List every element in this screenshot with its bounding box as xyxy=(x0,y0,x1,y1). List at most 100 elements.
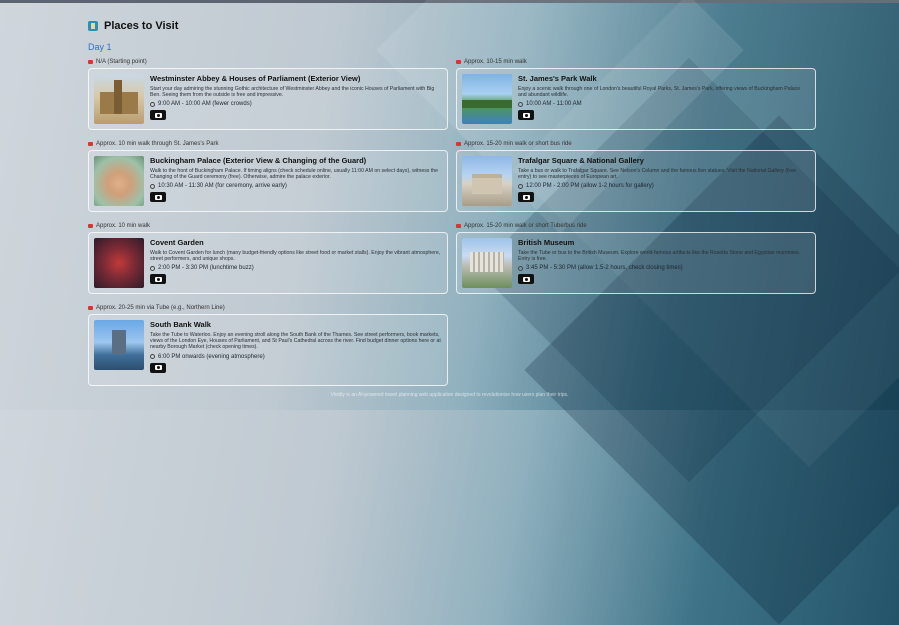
place-description: Walk to Covent Garden for lunch (many bu… xyxy=(150,250,441,263)
transit-info: Approx. 10 min walk xyxy=(88,220,448,232)
car-icon xyxy=(88,60,93,64)
place-card[interactable]: Westminster Abbey & Houses of Parliament… xyxy=(88,68,448,130)
section-title: Places to Visit xyxy=(88,20,178,32)
place-details: British Museum Take the Tube or bus to t… xyxy=(518,238,810,288)
place-title: St. James's Park Walk xyxy=(518,74,597,83)
camera-icon xyxy=(154,194,162,200)
car-icon xyxy=(88,224,93,228)
place-time-text: 10:30 AM - 11:30 AM (for ceremony, arriv… xyxy=(158,183,287,190)
itinerary-entry: Approx. 10 min walk Covent Garden Walk t… xyxy=(88,220,448,302)
photo-button[interactable] xyxy=(518,192,534,203)
place-description: Start your day admiring the stunning Got… xyxy=(150,86,435,99)
photo-button[interactable] xyxy=(150,362,166,373)
place-thumbnail xyxy=(462,74,512,124)
place-details: Westminster Abbey & Houses of Parliament… xyxy=(150,74,442,124)
place-thumbnail xyxy=(462,238,512,288)
place-thumbnail xyxy=(94,156,144,206)
clock-icon xyxy=(150,183,155,189)
photo-button[interactable] xyxy=(150,192,166,203)
car-icon xyxy=(456,60,461,64)
place-time: 2:00 PM - 3:30 PM (lunchtime buzz) xyxy=(150,265,442,271)
place-description: Take the Tube or bus to the British Muse… xyxy=(518,250,800,263)
right-column: Approx. 10-15 min walk St. James's Park … xyxy=(456,56,816,302)
photo-button[interactable] xyxy=(150,110,166,121)
place-thumbnail xyxy=(94,238,144,288)
clock-icon xyxy=(150,101,155,107)
map-icon xyxy=(88,21,98,31)
itinerary-entry: Approx. 15-20 min walk or short Tube/bus… xyxy=(456,220,816,302)
place-card[interactable]: Buckingham Palace (Exterior View & Chang… xyxy=(88,150,448,212)
transit-text: N/A (Starting point) xyxy=(96,59,147,65)
transit-info: Approx. 15-20 min walk or short Tube/bus… xyxy=(456,220,816,232)
transit-info: Approx. 10-15 min walk xyxy=(456,56,816,68)
photo-button[interactable] xyxy=(518,110,534,121)
itinerary-entry: Approx. 10 min walk through St. James's … xyxy=(88,138,448,220)
left-column: N/A (Starting point) Westminster Abbey &… xyxy=(88,56,448,386)
place-title: South Bank Walk xyxy=(150,320,211,329)
car-icon xyxy=(456,142,461,146)
transit-info: N/A (Starting point) xyxy=(88,56,448,68)
place-details: St. James's Park Walk Enjoy a scenic wal… xyxy=(518,74,810,124)
clock-icon xyxy=(518,101,523,107)
car-icon xyxy=(456,224,461,228)
place-details: Buckingham Palace (Exterior View & Chang… xyxy=(150,156,442,206)
place-description: Walk to the front of Buckingham Palace. … xyxy=(150,168,439,181)
car-icon xyxy=(88,142,93,146)
camera-icon xyxy=(154,365,162,371)
camera-icon xyxy=(154,112,162,118)
section-title-text: Places to Visit xyxy=(104,20,179,32)
place-details: South Bank Walk Take the Tube to Waterlo… xyxy=(150,320,442,380)
camera-icon xyxy=(522,112,530,118)
transit-text: Approx. 15-20 min walk or short Tube/bus… xyxy=(464,223,587,229)
clock-icon xyxy=(518,183,523,189)
transit-text: Approx. 10 min walk through St. James's … xyxy=(96,141,219,147)
place-details: Covent Garden Walk to Covent Garden for … xyxy=(150,238,442,288)
camera-icon xyxy=(522,276,530,282)
itinerary-entry: Approx. 15-20 min walk or short bus ride… xyxy=(456,138,816,220)
place-time: 10:30 AM - 11:30 AM (for ceremony, arriv… xyxy=(150,183,442,189)
transit-text: Approx. 20-25 min via Tube (e.g., Northe… xyxy=(96,305,225,311)
transit-text: Approx. 10 min walk xyxy=(96,223,151,229)
place-description: Enjoy a scenic walk through one of Londo… xyxy=(518,86,801,99)
place-thumbnail xyxy=(94,320,144,370)
transit-text: Approx. 15-20 min walk or short bus ride xyxy=(464,141,572,147)
transit-info: Approx. 15-20 min walk or short bus ride xyxy=(456,138,816,150)
place-description: Take the Tube to Waterloo. Enjoy an even… xyxy=(150,332,441,351)
place-title: Buckingham Palace (Exterior View & Chang… xyxy=(150,156,367,165)
place-title: Westminster Abbey & Houses of Parliament… xyxy=(150,74,361,83)
place-time-text: 12:00 PM - 2:00 PM (allow 1-2 hours for … xyxy=(526,183,654,190)
place-time: 6:00 PM onwards (evening atmosphere) xyxy=(150,354,442,360)
place-title: British Museum xyxy=(518,238,575,247)
place-time-text: 2:00 PM - 3:30 PM (lunchtime buzz) xyxy=(158,265,254,272)
place-card[interactable]: British Museum Take the Tube or bus to t… xyxy=(456,232,816,294)
place-title: Trafalgar Square & National Gallery xyxy=(518,156,644,165)
place-thumbnail xyxy=(462,156,512,206)
place-time: 3:45 PM - 5:30 PM (allow 1.5-2 hours, ch… xyxy=(518,265,810,271)
transit-info: Approx. 10 min walk through St. James's … xyxy=(88,138,448,150)
clock-icon xyxy=(150,354,155,360)
place-time-text: 9:00 AM - 10:00 AM (fewer crowds) xyxy=(158,101,252,108)
place-title: Covent Garden xyxy=(150,238,204,247)
footer-text: Vividly is an AI-powered travel planning… xyxy=(330,392,569,398)
transit-text: Approx. 10-15 min walk xyxy=(464,59,527,65)
place-details: Trafalgar Square & National Gallery Take… xyxy=(518,156,810,206)
place-card[interactable]: Trafalgar Square & National Gallery Take… xyxy=(456,150,816,212)
place-description: Take a bus or walk to Trafalgar Square. … xyxy=(518,168,796,181)
place-time: 10:00 AM - 11:00 AM xyxy=(518,101,810,107)
itinerary-entry: Approx. 20-25 min via Tube (e.g., Northe… xyxy=(88,302,448,386)
place-card[interactable]: Covent Garden Walk to Covent Garden for … xyxy=(88,232,448,294)
car-icon xyxy=(88,306,93,310)
transit-info: Approx. 20-25 min via Tube (e.g., Northe… xyxy=(88,302,448,314)
photo-button[interactable] xyxy=(150,274,166,285)
window-top-bar xyxy=(0,0,899,3)
itinerary-entry: Approx. 10-15 min walk St. James's Park … xyxy=(456,56,816,138)
place-card[interactable]: South Bank Walk Take the Tube to Waterlo… xyxy=(88,314,448,386)
day-label: Day 1 xyxy=(88,42,112,52)
place-time: 12:00 PM - 2:00 PM (allow 1-2 hours for … xyxy=(518,183,810,189)
place-time: 9:00 AM - 10:00 AM (fewer crowds) xyxy=(150,101,442,107)
photo-button[interactable] xyxy=(518,274,534,285)
place-time-text: 6:00 PM onwards (evening atmosphere) xyxy=(158,353,265,360)
place-card[interactable]: St. James's Park Walk Enjoy a scenic wal… xyxy=(456,68,816,130)
camera-icon xyxy=(154,276,162,282)
place-thumbnail xyxy=(94,74,144,124)
